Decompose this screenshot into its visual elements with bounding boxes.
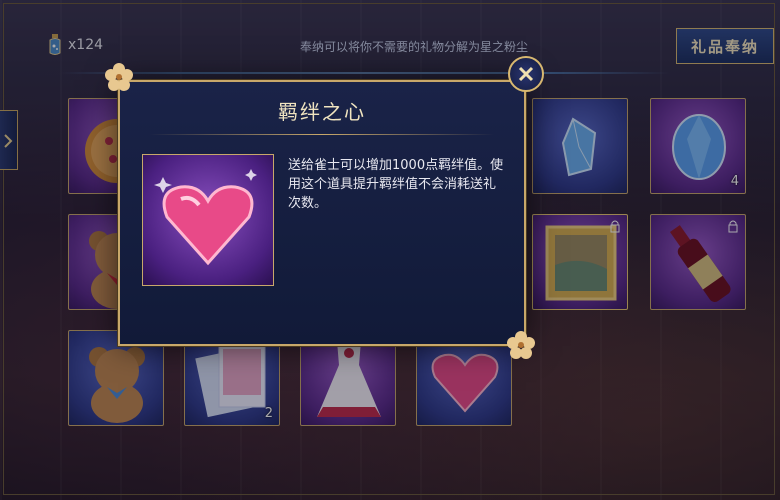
header-divider <box>60 72 670 74</box>
gift-cell-painting[interactable] <box>532 214 628 310</box>
gift-cell-wine-bottle[interactable] <box>650 214 746 310</box>
dialog-divider <box>150 134 494 135</box>
dialog-item-preview <box>142 154 274 286</box>
chevron-right-icon <box>4 134 13 148</box>
flower-ornament-icon <box>507 331 535 359</box>
lock-icon <box>728 220 738 233</box>
flower-ornament-icon <box>105 63 133 91</box>
hint-text: 奉纳可以将你不需要的礼物分解为星之粉尘 <box>300 40 529 54</box>
gift-cell-blue-crystal-small[interactable] <box>532 98 628 194</box>
close-icon <box>518 66 534 82</box>
lock-icon <box>610 220 620 233</box>
left-arrow-tab[interactable] <box>0 110 18 170</box>
item-detail-dialog: 羁绊之心 送给雀士可以增加1000点羁绊值。使用这个道具提升羁绊值不会消耗送礼次… <box>118 80 526 346</box>
gift-offering-button[interactable]: 礼品奉纳 <box>676 28 774 64</box>
stardust-counter: x124 <box>48 34 103 56</box>
blue-crystal-icon <box>561 117 597 177</box>
pink-heart-icon <box>154 169 257 266</box>
gift-cell-blue-crystal-large[interactable]: 4 <box>650 98 746 194</box>
close-button[interactable] <box>508 56 544 92</box>
item-count: 2 <box>264 406 273 421</box>
dialog-title: 羁绊之心 <box>278 100 366 124</box>
item-count: 4 <box>730 174 739 189</box>
stardust-count: x124 <box>68 37 104 53</box>
stardust-bottle-icon <box>49 34 61 55</box>
dialog-description: 送给雀士可以增加1000点羁绊值。使用这个道具提升羁绊值不会消耗送礼次数。 <box>288 158 504 211</box>
